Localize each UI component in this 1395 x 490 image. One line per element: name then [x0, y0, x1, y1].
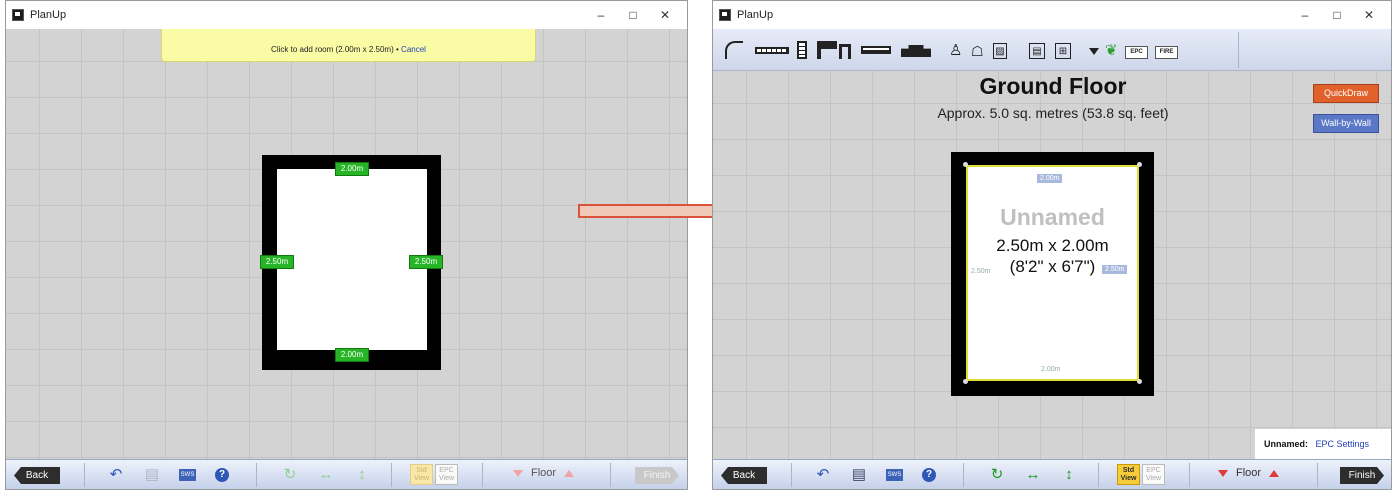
finish-button[interactable]: Finish [1340, 467, 1384, 484]
window-title: PlanUp [30, 9, 67, 21]
close-button[interactable]: ✕ [1353, 1, 1385, 29]
sws-icon[interactable]: SWS [886, 469, 903, 481]
separator [963, 463, 964, 487]
dimension-right-label[interactable]: 2.50m [409, 255, 443, 269]
flip-vertical-icon[interactable]: ↕ [1061, 467, 1077, 483]
minimize-button[interactable]: – [1289, 1, 1321, 29]
epc-room-label: Unnamed: [1264, 439, 1309, 449]
tool-palette: ♙ ☖ ▨ ▤ ⊞ ❦ EPC FIRE [713, 29, 1391, 71]
right-planup-window: PlanUp – □ ✕ ♙ ☖ ▨ ▤ ⊞ ❦ EPC FIRE Ground… [712, 0, 1392, 490]
opening-icon[interactable] [839, 44, 851, 59]
room-size: 2.50m x 2.00m [996, 236, 1109, 255]
dimension-left-label[interactable]: 2.50m [971, 268, 990, 275]
separator [610, 463, 611, 487]
app-icon [12, 9, 24, 21]
add-room-banner: Click to add room (2.00m x 2.50m) • Canc… [161, 29, 536, 62]
corner-handle[interactable] [1137, 379, 1142, 384]
wall-tool-icon[interactable] [755, 47, 789, 54]
room-name[interactable]: Unnamed [966, 204, 1139, 231]
corner-handle[interactable] [963, 162, 968, 167]
floor-area: Approx. 5.0 sq. metres (53.8 sq. feet) [937, 105, 1169, 121]
dimension-top-label[interactable]: 2.00m [335, 162, 369, 176]
surface-icon[interactable]: ▨ [993, 43, 1007, 59]
floor-up-icon[interactable] [1269, 469, 1280, 477]
left-bottom-bar: Back ↶ ▤ SWS ? ↻ ↔ ↕ Std View EPC View F… [6, 459, 687, 489]
minimize-button[interactable]: – [585, 1, 617, 29]
right-title-bar: PlanUp – □ ✕ [713, 1, 1391, 29]
floor-label: Floor [1236, 467, 1262, 479]
finish-button[interactable]: Finish [635, 467, 679, 484]
fire-tool-button[interactable]: FIRE [1155, 46, 1178, 59]
quickdraw-button[interactable]: QuickDraw [1313, 84, 1379, 103]
app-icon [719, 9, 731, 21]
separator [256, 463, 257, 487]
maximize-button[interactable]: □ [617, 1, 649, 29]
std-view-button[interactable]: Std View [1117, 464, 1140, 485]
stairs-icon[interactable] [797, 41, 807, 59]
close-button[interactable]: ✕ [649, 1, 681, 29]
separator [391, 463, 392, 487]
epc-tool-button[interactable]: EPC [1125, 46, 1148, 59]
curve-wall-icon[interactable] [725, 41, 743, 59]
bay-window-icon[interactable] [901, 45, 931, 57]
flip-horizontal-icon[interactable]: ↔ [1025, 467, 1041, 483]
separator [1189, 463, 1190, 487]
corner-handle[interactable] [963, 379, 968, 384]
maximize-button[interactable]: □ [1321, 1, 1353, 29]
separator [1238, 32, 1239, 68]
dropdown-icon[interactable] [1089, 48, 1099, 55]
right-bottom-bar: Back ↶ ▤ SWS ? ↻ ↔ ↕ Std View EPC View F… [713, 459, 1391, 489]
cancel-link[interactable]: Cancel [401, 45, 426, 54]
help-icon[interactable]: ? [215, 468, 229, 482]
toilet-icon[interactable]: ☖ [971, 43, 984, 59]
room-floor[interactable] [277, 169, 427, 350]
left-planup-window: PlanUp – □ ✕ Click to add room (2.00m x … [5, 0, 688, 490]
flip-vertical-icon[interactable]: ↕ [354, 467, 370, 483]
window-tool-icon[interactable] [861, 46, 891, 54]
floor-title: Ground Floor [979, 73, 1127, 99]
back-button[interactable]: Back [721, 467, 767, 484]
dimension-top-label[interactable]: 2.00m [1037, 174, 1063, 183]
separator [482, 463, 483, 487]
separator [84, 463, 85, 487]
dimension-right-label[interactable]: 2.50m [1102, 265, 1128, 274]
undo-icon[interactable]: ↶ [108, 467, 124, 483]
door-icon[interactable] [817, 41, 837, 59]
object-icon[interactable]: ▤ [1029, 43, 1045, 59]
separator [1317, 463, 1318, 487]
floor-down-icon[interactable] [1218, 469, 1228, 477]
save-icon[interactable]: ▤ [144, 467, 160, 483]
plant-icon[interactable]: ❦ [1105, 43, 1118, 59]
floor-label: Floor [531, 467, 557, 479]
epc-settings-panel: Unnamed: EPC Settings [1255, 429, 1391, 459]
floor-down-icon[interactable] [513, 469, 523, 477]
dimension-bottom-label[interactable]: 2.00m [335, 348, 369, 362]
separator [1098, 463, 1099, 487]
help-icon[interactable]: ? [922, 468, 936, 482]
back-button[interactable]: Back [14, 467, 60, 484]
save-icon[interactable]: ▤ [851, 467, 867, 483]
separator [791, 463, 792, 487]
sws-icon[interactable]: SWS [179, 469, 196, 481]
corner-handle[interactable] [1137, 162, 1142, 167]
rotate-icon[interactable]: ↻ [282, 467, 298, 483]
std-view-button[interactable]: Std View [410, 464, 433, 485]
left-title-bar: PlanUp – □ ✕ [6, 1, 687, 29]
epc-view-button[interactable]: EPC View [435, 464, 458, 485]
label-icon[interactable]: ⊞ [1055, 43, 1071, 59]
rotate-icon[interactable]: ↻ [989, 467, 1005, 483]
flip-horizontal-icon[interactable]: ↔ [318, 467, 334, 483]
epc-view-button[interactable]: EPC View [1142, 464, 1165, 485]
person-icon[interactable]: ♙ [949, 43, 962, 59]
wall-by-wall-button[interactable]: Wall-by-Wall [1313, 114, 1379, 133]
banner-text: Click to add room (2.00m x 2.50m) [271, 45, 394, 54]
dimension-bottom-label[interactable]: 2.00m [1041, 366, 1060, 373]
epc-settings-link[interactable]: EPC Settings [1316, 439, 1370, 449]
undo-icon[interactable]: ↶ [815, 467, 831, 483]
banner-bullet: • [396, 45, 399, 54]
window-title: PlanUp [737, 9, 774, 21]
dimension-left-label[interactable]: 2.50m [260, 255, 294, 269]
floor-up-icon[interactable] [564, 469, 575, 477]
